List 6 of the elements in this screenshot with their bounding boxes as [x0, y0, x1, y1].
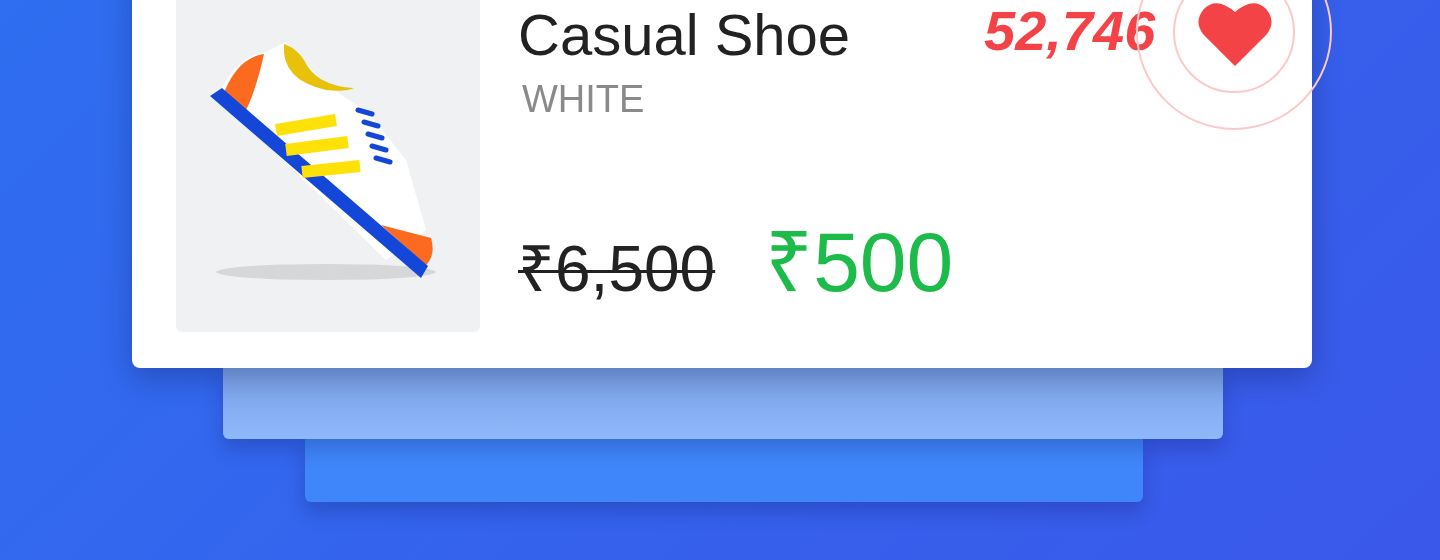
- original-price: ₹6,500: [518, 237, 716, 301]
- heart-icon[interactable]: [1198, 3, 1272, 66]
- product-name: Casual Shoe: [518, 1, 852, 69]
- sale-price: ₹500: [765, 214, 954, 311]
- product-color: WHITE: [522, 78, 646, 121]
- like-count: 52,746: [984, 0, 1156, 63]
